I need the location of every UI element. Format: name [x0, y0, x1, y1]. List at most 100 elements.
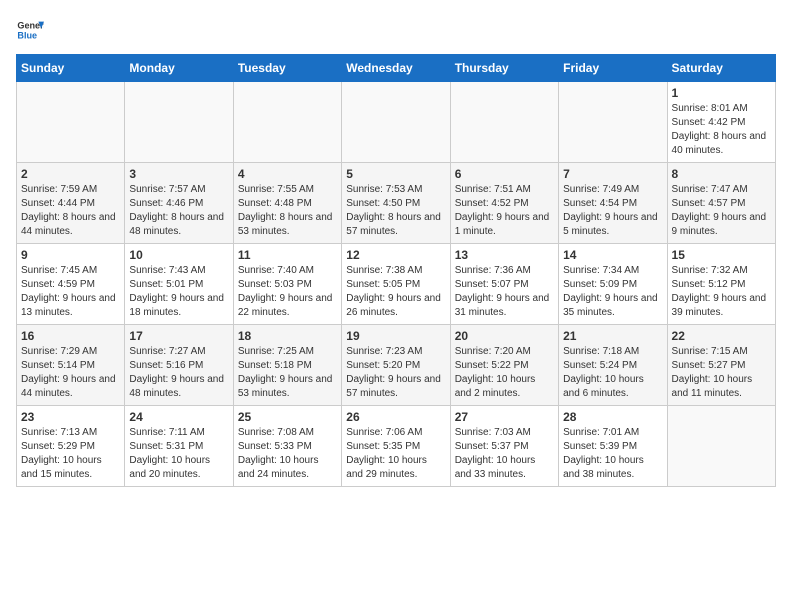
- day-number: 14: [563, 248, 662, 262]
- day-info: Sunrise: 7:25 AM Sunset: 5:18 PM Dayligh…: [238, 345, 337, 401]
- calendar-cell: 26 Sunrise: 7:06 AM Sunset: 5:35 PM Dayli…: [342, 406, 450, 487]
- day-number: 15: [672, 248, 771, 262]
- weekday-header-saturday: Saturday: [667, 55, 775, 82]
- day-number: 7: [563, 167, 662, 181]
- calendar-cell: 25 Sunrise: 7:08 AM Sunset: 5:33 PM Dayli…: [233, 406, 341, 487]
- calendar: SundayMondayTuesdayWednesdayThursdayFrid…: [16, 54, 776, 487]
- day-number: 19: [346, 329, 445, 343]
- week-row-3: 9 Sunrise: 7:45 AM Sunset: 4:59 PM Daylig…: [17, 244, 776, 325]
- day-info: Sunrise: 7:06 AM Sunset: 5:35 PM Dayligh…: [346, 426, 445, 482]
- calendar-cell: [559, 82, 667, 163]
- calendar-cell: 4 Sunrise: 7:55 AM Sunset: 4:48 PM Daylig…: [233, 163, 341, 244]
- day-number: 12: [346, 248, 445, 262]
- calendar-cell: 19 Sunrise: 7:23 AM Sunset: 5:20 PM Dayli…: [342, 325, 450, 406]
- week-row-1: 1 Sunrise: 8:01 AM Sunset: 4:42 PM Daylig…: [17, 82, 776, 163]
- day-info: Sunrise: 7:49 AM Sunset: 4:54 PM Dayligh…: [563, 183, 662, 239]
- calendar-cell: 21 Sunrise: 7:18 AM Sunset: 5:24 PM Dayli…: [559, 325, 667, 406]
- calendar-cell: 20Sunrise: 7:20 AM Sunset: 5:22 PM Dayli…: [450, 325, 558, 406]
- calendar-cell: [17, 82, 125, 163]
- weekday-header-thursday: Thursday: [450, 55, 558, 82]
- calendar-cell: 14 Sunrise: 7:34 AM Sunset: 5:09 PM Dayli…: [559, 244, 667, 325]
- calendar-cell: [342, 82, 450, 163]
- day-info: Sunrise: 7:29 AM Sunset: 5:14 PM Dayligh…: [21, 345, 120, 401]
- calendar-cell: 11 Sunrise: 7:40 AM Sunset: 5:03 PM Dayli…: [233, 244, 341, 325]
- page-header: General Blue: [16, 16, 776, 44]
- day-info: Sunrise: 7:59 AM Sunset: 4:44 PM Dayligh…: [21, 183, 120, 239]
- day-number: 27: [455, 410, 554, 424]
- day-info: Sunrise: 7:47 AM Sunset: 4:57 PM Dayligh…: [672, 183, 771, 239]
- day-number: 6: [455, 167, 554, 181]
- calendar-cell: 6 Sunrise: 7:51 AM Sunset: 4:52 PM Daylig…: [450, 163, 558, 244]
- day-number: 16: [21, 329, 120, 343]
- day-info: Sunrise: 7:53 AM Sunset: 4:50 PM Dayligh…: [346, 183, 445, 239]
- weekday-header-monday: Monday: [125, 55, 233, 82]
- calendar-cell: 7 Sunrise: 7:49 AM Sunset: 4:54 PM Daylig…: [559, 163, 667, 244]
- weekday-header-tuesday: Tuesday: [233, 55, 341, 82]
- day-info: Sunrise: 7:55 AM Sunset: 4:48 PM Dayligh…: [238, 183, 337, 239]
- calendar-cell: 28 Sunrise: 7:01 AM Sunset: 5:39 PM Dayli…: [559, 406, 667, 487]
- day-number: 3: [129, 167, 228, 181]
- day-number: 9: [21, 248, 120, 262]
- week-row-5: 23 Sunrise: 7:13 AM Sunset: 5:29 PM Dayli…: [17, 406, 776, 487]
- calendar-cell: 12 Sunrise: 7:38 AM Sunset: 5:05 PM Dayli…: [342, 244, 450, 325]
- day-info: Sunrise: 8:01 AM Sunset: 4:42 PM Dayligh…: [672, 102, 771, 158]
- day-number: 25: [238, 410, 337, 424]
- svg-text:Blue: Blue: [17, 30, 37, 40]
- calendar-cell: 23 Sunrise: 7:13 AM Sunset: 5:29 PM Dayli…: [17, 406, 125, 487]
- day-number: 23: [21, 410, 120, 424]
- calendar-cell: 5 Sunrise: 7:53 AM Sunset: 4:50 PM Daylig…: [342, 163, 450, 244]
- calendar-cell: 3 Sunrise: 7:57 AM Sunset: 4:46 PM Daylig…: [125, 163, 233, 244]
- day-info: Sunrise: 7:18 AM Sunset: 5:24 PM Dayligh…: [563, 345, 662, 401]
- calendar-cell: 22 Sunrise: 7:15 AM Sunset: 5:27 PM Dayli…: [667, 325, 775, 406]
- day-info: Sunrise: 7:23 AM Sunset: 5:20 PM Dayligh…: [346, 345, 445, 401]
- calendar-cell: 2Sunrise: 7:59 AM Sunset: 4:44 PM Daylig…: [17, 163, 125, 244]
- day-info: Sunrise: 7:51 AM Sunset: 4:52 PM Dayligh…: [455, 183, 554, 239]
- day-info: Sunrise: 7:57 AM Sunset: 4:46 PM Dayligh…: [129, 183, 228, 239]
- weekday-header-row: SundayMondayTuesdayWednesdayThursdayFrid…: [17, 55, 776, 82]
- day-info: Sunrise: 7:40 AM Sunset: 5:03 PM Dayligh…: [238, 264, 337, 320]
- calendar-cell: [450, 82, 558, 163]
- calendar-cell: [233, 82, 341, 163]
- day-number: 26: [346, 410, 445, 424]
- calendar-cell: 1 Sunrise: 8:01 AM Sunset: 4:42 PM Daylig…: [667, 82, 775, 163]
- calendar-cell: 27 Sunrise: 7:03 AM Sunset: 5:37 PM Dayli…: [450, 406, 558, 487]
- day-number: 18: [238, 329, 337, 343]
- day-info: Sunrise: 7:43 AM Sunset: 5:01 PM Dayligh…: [129, 264, 228, 320]
- calendar-cell: 13 Sunrise: 7:36 AM Sunset: 5:07 PM Dayli…: [450, 244, 558, 325]
- day-number: 4: [238, 167, 337, 181]
- calendar-cell: 17Sunrise: 7:27 AM Sunset: 5:16 PM Dayli…: [125, 325, 233, 406]
- week-row-2: 2Sunrise: 7:59 AM Sunset: 4:44 PM Daylig…: [17, 163, 776, 244]
- day-number: 28: [563, 410, 662, 424]
- day-number: 24: [129, 410, 228, 424]
- day-number: 22: [672, 329, 771, 343]
- calendar-cell: 24 Sunrise: 7:11 AM Sunset: 5:31 PM Dayli…: [125, 406, 233, 487]
- calendar-cell: [125, 82, 233, 163]
- day-info: Sunrise: 7:36 AM Sunset: 5:07 PM Dayligh…: [455, 264, 554, 320]
- day-number: 8: [672, 167, 771, 181]
- week-row-4: 16 Sunrise: 7:29 AM Sunset: 5:14 PM Dayli…: [17, 325, 776, 406]
- day-info: Sunrise: 7:27 AM Sunset: 5:16 PM Dayligh…: [129, 345, 228, 401]
- calendar-cell: 18 Sunrise: 7:25 AM Sunset: 5:18 PM Dayli…: [233, 325, 341, 406]
- calendar-cell: 15 Sunrise: 7:32 AM Sunset: 5:12 PM Dayli…: [667, 244, 775, 325]
- day-info: Sunrise: 7:38 AM Sunset: 5:05 PM Dayligh…: [346, 264, 445, 320]
- day-info: Sunrise: 7:03 AM Sunset: 5:37 PM Dayligh…: [455, 426, 554, 482]
- day-info: Sunrise: 7:15 AM Sunset: 5:27 PM Dayligh…: [672, 345, 771, 401]
- weekday-header-wednesday: Wednesday: [342, 55, 450, 82]
- logo-icon: General Blue: [16, 16, 44, 44]
- weekday-header-friday: Friday: [559, 55, 667, 82]
- day-number: 1: [672, 86, 771, 100]
- day-info: Sunrise: 7:32 AM Sunset: 5:12 PM Dayligh…: [672, 264, 771, 320]
- day-info: Sunrise: 7:11 AM Sunset: 5:31 PM Dayligh…: [129, 426, 228, 482]
- day-number: 20: [455, 329, 554, 343]
- day-info: Sunrise: 7:08 AM Sunset: 5:33 PM Dayligh…: [238, 426, 337, 482]
- day-number: 11: [238, 248, 337, 262]
- day-number: 13: [455, 248, 554, 262]
- calendar-cell: [667, 406, 775, 487]
- day-number: 21: [563, 329, 662, 343]
- day-info: Sunrise: 7:34 AM Sunset: 5:09 PM Dayligh…: [563, 264, 662, 320]
- day-info: Sunrise: 7:01 AM Sunset: 5:39 PM Dayligh…: [563, 426, 662, 482]
- day-number: 5: [346, 167, 445, 181]
- day-info: Sunrise: 7:45 AM Sunset: 4:59 PM Dayligh…: [21, 264, 120, 320]
- day-info: Sunrise: 7:13 AM Sunset: 5:29 PM Dayligh…: [21, 426, 120, 482]
- calendar-cell: 8 Sunrise: 7:47 AM Sunset: 4:57 PM Daylig…: [667, 163, 775, 244]
